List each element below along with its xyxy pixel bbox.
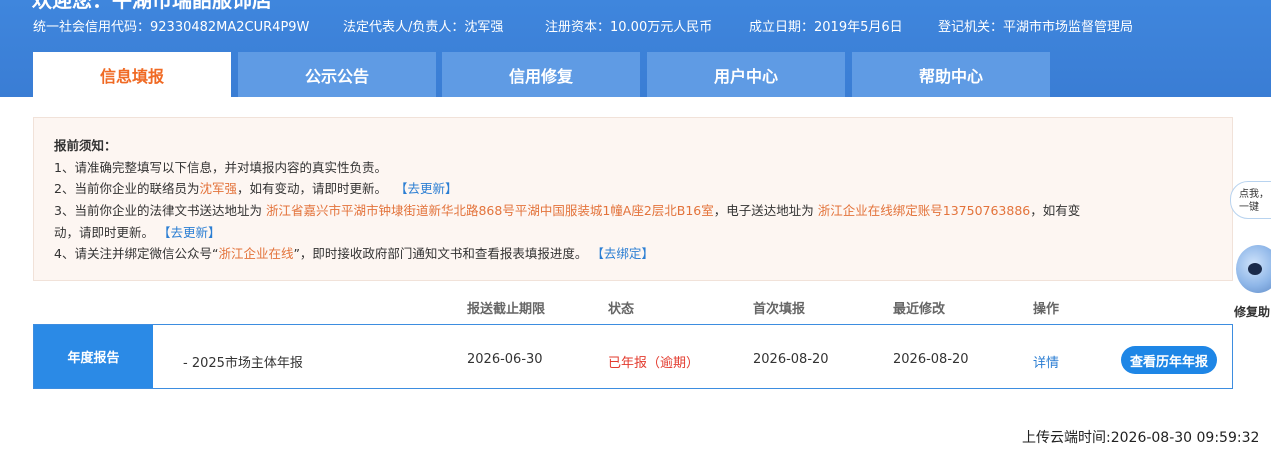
view-history-reports-button[interactable]: 查看历年年报 bbox=[1121, 346, 1217, 374]
notice-item-4-text: 4、请关注并绑定微信公众号“ bbox=[54, 246, 219, 262]
update-address-link[interactable]: 【去更新】 bbox=[158, 225, 221, 240]
pre-report-notice: 报前须知： 1、请准确完整填写以下信息，并对填报内容的真实性负责。 2、当前你企… bbox=[33, 117, 1233, 281]
report-deadline: 2026-06-30 bbox=[467, 352, 543, 367]
notice-item-3-suffix: ，如有变 bbox=[1030, 203, 1081, 219]
assistant-speech-bubble[interactable]: 点我， 一键 bbox=[1230, 181, 1271, 219]
detail-link[interactable]: 详情 bbox=[1033, 352, 1059, 371]
report-status: 已年报（逾期） bbox=[608, 356, 700, 371]
notice-item-2-text: 2、当前你企业的联络员为 bbox=[54, 181, 200, 197]
tab-user-center[interactable]: 用户中心 bbox=[647, 52, 845, 97]
tab-credit-repair[interactable]: 信用修复 bbox=[442, 52, 640, 97]
wechat-account-name: 浙江企业在线 bbox=[218, 246, 294, 262]
report-last-modified: 2026-08-20 bbox=[893, 352, 969, 367]
notice-item-1: 1、请准确完整填写以下信息，并对填报内容的真实性负责。 bbox=[54, 159, 387, 175]
tab-help-center[interactable]: 帮助中心 bbox=[852, 52, 1050, 97]
welcome-title: 欢迎您：平湖市瑞韶服饰店 bbox=[32, 0, 272, 12]
repair-assistant-widget[interactable]: 点我， 一键 修复助 bbox=[1226, 175, 1271, 325]
credit-code: 统一社会信用代码：92330482MA2CUR4P9W bbox=[33, 20, 310, 35]
report-name: - 2025市场主体年报 bbox=[183, 356, 303, 371]
bubble-line-1: 点我， bbox=[1239, 189, 1269, 200]
legal-representative: 法定代表人/负责人：沈军强 bbox=[343, 20, 504, 35]
establish-date: 成立日期：2019年5月6日 bbox=[749, 20, 903, 35]
electronic-address: 浙江企业在线绑定账号13750763886 bbox=[817, 203, 1031, 219]
assistant-label[interactable]: 修复助 bbox=[1234, 303, 1270, 320]
annual-report-row: 年度报告 - 2025市场主体年报 2026-06-30 已年报（逾期） 202… bbox=[33, 324, 1233, 389]
notice-item-4: 4、请关注并绑定微信公众号“浙江企业在线”，即时接收政府部门通知文书和查看报表填… bbox=[54, 243, 1212, 265]
legal-address: 浙江省嘉兴市平湖市钟埭街道新华北路868号平湖中国服装城1幢A座2层北B16室 bbox=[265, 203, 714, 219]
notice-item-3-cont: 动，请即时更新。 bbox=[54, 224, 155, 240]
robot-visor-icon bbox=[1248, 263, 1262, 275]
notice-item-2-suffix: ，如有变动，请即时更新。 bbox=[236, 181, 387, 197]
top-header: 欢迎您：平湖市瑞韶服饰店 统一社会信用代码：92330482MA2CUR4P9W… bbox=[0, 0, 1271, 97]
report-first-filing: 2026-08-20 bbox=[753, 352, 829, 367]
notice-item-3-mid: ，电子送达地址为 bbox=[713, 203, 814, 219]
column-header-deadline: 报送截止期限 bbox=[467, 302, 546, 317]
column-header-first-filing: 首次填报 bbox=[753, 302, 806, 317]
registration-authority: 登记机关：平湖市市场监督管理局 bbox=[938, 20, 1134, 35]
bubble-line-2: 一键 bbox=[1239, 202, 1259, 213]
column-header-action: 操作 bbox=[1033, 302, 1060, 317]
notice-item-3-text: 3、当前你企业的法律文书送达地址为 bbox=[54, 203, 262, 219]
notice-item-3-continued: 动，请即时更新。 【去更新】 bbox=[54, 222, 1212, 244]
notice-item-4-suffix: ”，即时接收政府部门通知文书和查看报表填报进度。 bbox=[293, 246, 588, 262]
notice-item-2: 2、当前你企业的联络员为沈军强，如有变动，请即时更新。 【去更新】 bbox=[54, 178, 1212, 200]
update-liaison-link[interactable]: 【去更新】 bbox=[395, 181, 458, 196]
tab-info-filing[interactable]: 信息填报 bbox=[33, 52, 231, 97]
annual-report-label: 年度报告 bbox=[34, 325, 153, 388]
registered-capital: 注册资本：10.00万元人民币 bbox=[545, 20, 713, 35]
column-header-last-modified: 最近修改 bbox=[893, 302, 946, 317]
liaison-name: 沈军强 bbox=[199, 181, 237, 197]
upload-cloud-time: 上传云端时间:2026-08-30 09:59:32 bbox=[1022, 430, 1260, 446]
bind-wechat-link[interactable]: 【去绑定】 bbox=[591, 246, 654, 261]
column-header-status: 状态 bbox=[608, 302, 635, 317]
notice-item-3: 3、当前你企业的法律文书送达地址为 浙江省嘉兴市平湖市钟埭街道新华北路868号平… bbox=[54, 200, 1212, 222]
tab-public-notice[interactable]: 公示公告 bbox=[238, 52, 436, 97]
notice-title: 报前须知： bbox=[54, 138, 117, 153]
